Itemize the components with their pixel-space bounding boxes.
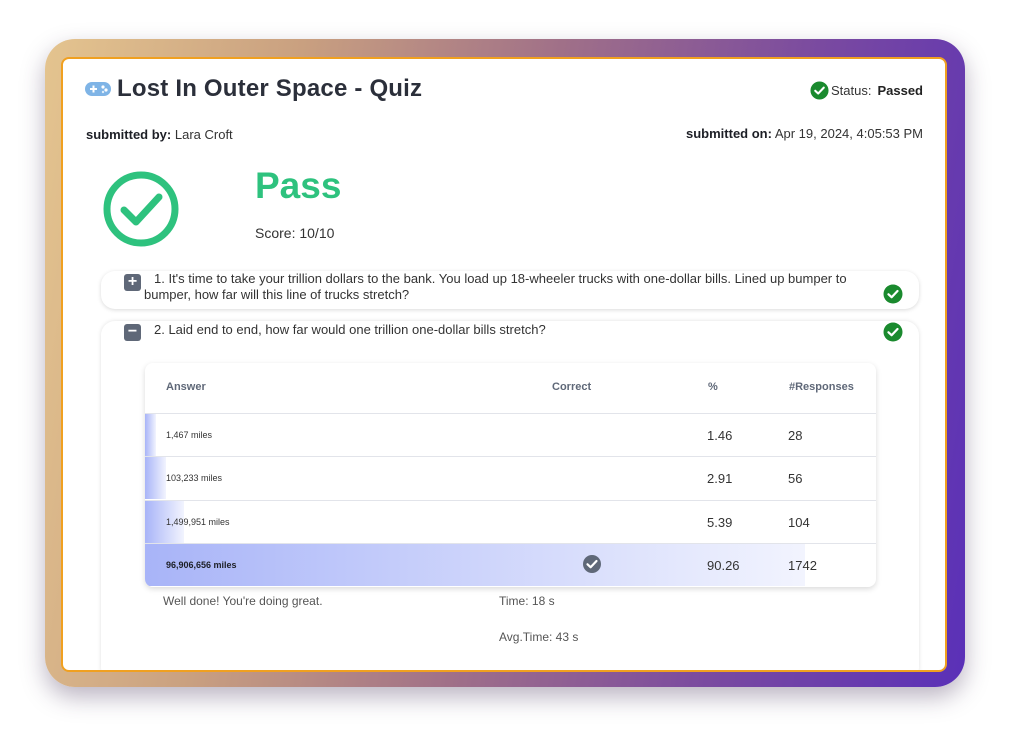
answer-text: 96,906,656 miles [166, 560, 237, 570]
answer-table: Answer Correct % #Responses 1,467 miles … [145, 363, 876, 587]
score-text: Score: 10/10 [255, 225, 335, 241]
submitted-by-label: submitted by: [86, 127, 172, 142]
page-title: Lost In Outer Space - Quiz [117, 75, 423, 102]
answer-responses: 56 [788, 471, 803, 486]
submitted-by: submitted by: Lara Croft [86, 127, 233, 142]
answer-percent-bar [145, 414, 156, 456]
question-2-text: 2. Laid end to end, how far would one tr… [154, 322, 546, 337]
table-row-correct: 96,906,656 miles 90.26 1742 [145, 543, 876, 586]
result-heading: Pass [255, 165, 342, 206]
answer-text: 1,467 miles [166, 430, 213, 440]
table-row: 1,499,951 miles 5.39 104 [145, 500, 876, 543]
column-header-percent: % [708, 381, 718, 393]
column-header-answer: Answer [166, 381, 206, 393]
status-label: Status: [830, 83, 872, 98]
title-row: Lost In Outer Space - Quiz [85, 75, 422, 103]
column-header-correct: Correct [552, 381, 592, 393]
quiz-result-card: Lost In Outer Space - Quiz Status: Passe… [61, 57, 947, 672]
answer-responses: 28 [788, 428, 803, 443]
expand-button[interactable]: + [124, 274, 141, 291]
feedback-message: Well done! You're doing great. [163, 594, 323, 608]
answer-responses: 104 [788, 515, 810, 530]
submitted-on-value: Apr 19, 2024, 4:05:53 PM [774, 126, 923, 141]
time-text: Time: 18 s [499, 594, 555, 608]
column-header-responses: #Responses [789, 381, 854, 393]
collapse-button[interactable]: − [124, 324, 141, 341]
answer-text: 103,233 miles [166, 473, 223, 483]
question-1-text: 1. It's time to take your trillion dolla… [144, 271, 847, 302]
gamepad-icon [85, 82, 111, 96]
status-badge: Status: Passed [810, 81, 923, 100]
answer-percent: 90.26 [707, 558, 740, 573]
question-2[interactable]: − 2. Laid end to end, how far would one … [101, 321, 919, 670]
submitted-on: submitted on: Apr 19, 2024, 4:05:53 PM [686, 126, 923, 141]
table-row: 103,233 miles 2.91 56 [145, 456, 876, 499]
answer-percent: 5.39 [707, 515, 733, 530]
check-circle-icon [883, 284, 903, 304]
avg-time-text: Avg.Time: 43 s [499, 630, 579, 644]
answer-responses: 1742 [788, 558, 817, 573]
submitted-by-value: Lara Croft [174, 127, 233, 142]
check-circle-gray-icon [583, 555, 601, 573]
big-check-icon [103, 171, 179, 247]
check-circle-icon [810, 81, 829, 100]
submitted-on-label: submitted on: [686, 126, 772, 141]
answer-percent-bar [145, 544, 805, 586]
table-row: 1,467 miles 1.46 28 [145, 413, 876, 456]
answer-percent: 1.46 [707, 428, 733, 443]
answer-percent-bar [145, 457, 167, 499]
check-circle-icon [883, 322, 903, 342]
answer-text: 1,499,951 miles [166, 517, 230, 527]
answer-percent: 2.91 [707, 471, 733, 486]
question-1[interactable]: + 1. It's time to take your trillion dol… [101, 271, 919, 309]
status-value: Passed [877, 83, 923, 98]
